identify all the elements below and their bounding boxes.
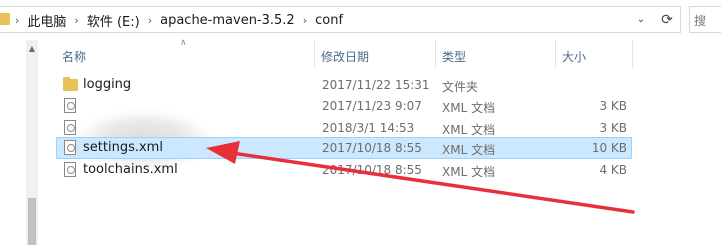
- file-type: XML 文档: [442, 143, 496, 157]
- sort-ascending-icon: ∧: [180, 38, 187, 48]
- search-placeholder: 搜: [694, 14, 707, 28]
- file-type: XML 文档: [442, 101, 496, 115]
- search-input[interactable]: 搜: [689, 6, 721, 33]
- file-size: 3 KB: [599, 99, 627, 113]
- column-header-name[interactable]: 名称: [62, 48, 86, 65]
- file-modified: 2017/10/18 8:55: [322, 141, 422, 155]
- column-header-modified[interactable]: 修改日期: [321, 48, 369, 65]
- column-header-type[interactable]: 类型: [442, 48, 466, 65]
- list-item[interactable]: logging 2017/11/22 15:31 文件夹: [56, 74, 632, 96]
- address-bar[interactable]: › 此电脑 › 软件 (E:) › apache-maven-3.5.2 › c…: [0, 6, 721, 33]
- breadcrumb-drive[interactable]: 软件 (E:): [84, 11, 143, 30]
- file-type: 文件夹: [442, 80, 479, 94]
- file-name: toolchains.xml: [83, 162, 178, 177]
- file-type: XML 文档: [442, 165, 496, 179]
- folder-icon: [63, 77, 78, 91]
- xml-file-icon: [64, 98, 76, 113]
- list-item-selected[interactable]: settings.xml 2017/10/18 8:55 XML 文档 10 K…: [56, 137, 632, 159]
- column-header-size[interactable]: 大小: [562, 48, 586, 65]
- list-item[interactable]: 2018/3/1 14:53 XML 文档 3 KB: [56, 112, 632, 168]
- column-divider[interactable]: [555, 40, 556, 68]
- file-name: settings.xml: [83, 140, 163, 155]
- chevron-right-icon[interactable]: ›: [298, 14, 312, 27]
- column-divider[interactable]: [632, 40, 633, 68]
- nav-scrollbar-thumb[interactable]: [28, 198, 36, 245]
- chevron-right-icon[interactable]: ›: [10, 14, 24, 27]
- list-item[interactable]: toolchains.xml 2017/10/18 8:55 XML 文档 4 …: [56, 159, 632, 181]
- breadcrumb[interactable]: › 此电脑 › 软件 (E:) › apache-maven-3.5.2 › c…: [0, 6, 681, 33]
- file-type: XML 文档: [442, 123, 496, 137]
- xml-file-icon: [64, 162, 76, 177]
- chevron-right-icon[interactable]: ›: [143, 14, 157, 27]
- file-name: logging: [83, 77, 132, 92]
- column-divider[interactable]: [314, 40, 315, 68]
- file-modified: 2017/11/22 15:31: [322, 78, 430, 92]
- file-size: 3 KB: [599, 121, 627, 135]
- chevron-down-icon[interactable]: ⌄: [627, 7, 655, 32]
- refresh-icon[interactable]: ⟳: [655, 7, 679, 32]
- chevron-right-icon[interactable]: ›: [69, 14, 83, 27]
- breadcrumb-conf[interactable]: conf: [312, 13, 346, 28]
- file-modified: 2018/3/1 14:53: [322, 121, 415, 135]
- file-modified: 2017/10/18 8:55: [322, 163, 422, 177]
- xml-file-icon: [64, 120, 76, 135]
- file-modified: 2017/11/23 9:07: [322, 99, 422, 113]
- column-divider[interactable]: [435, 40, 436, 68]
- xml-file-icon: [64, 140, 76, 155]
- breadcrumb-maven[interactable]: apache-maven-3.5.2: [157, 13, 298, 28]
- breadcrumb-this-pc[interactable]: 此电脑: [24, 11, 69, 30]
- file-size: 10 KB: [591, 141, 627, 155]
- file-size: 4 KB: [599, 163, 627, 177]
- folder-icon: [0, 13, 10, 25]
- scroll-up-icon[interactable]: ▲: [27, 44, 37, 54]
